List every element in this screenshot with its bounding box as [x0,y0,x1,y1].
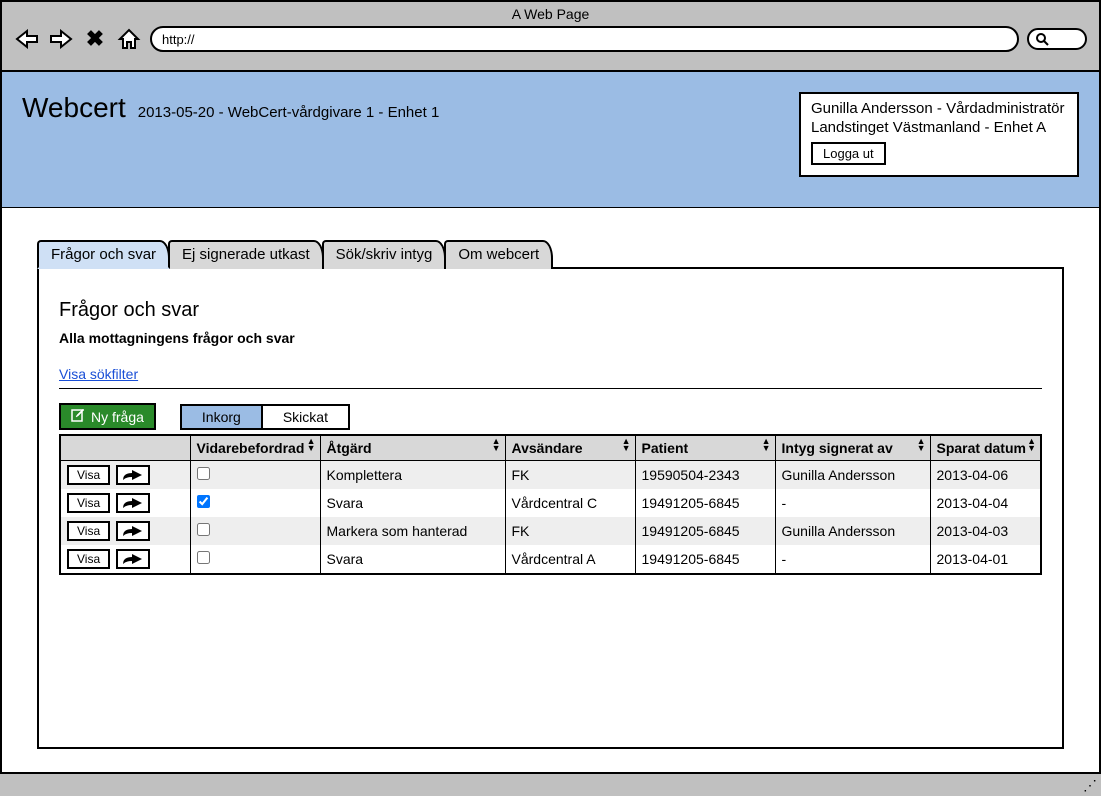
view-button[interactable]: Visa [67,521,110,541]
action-bar: Ny fråga Inkorg Skickat [59,403,1042,430]
forward-button[interactable] [116,493,150,513]
resize-grip-icon[interactable]: ⋰ [1083,777,1097,794]
forwarded-checkbox[interactable] [197,467,210,480]
col-header-4[interactable]: Patient▲▼ [635,435,775,461]
forwarded-checkbox[interactable] [197,551,210,564]
view-button[interactable]: Visa [67,549,110,569]
row-actions-cell: Visa [60,545,190,574]
row-actions-cell: Visa [60,517,190,545]
stop-icon[interactable]: ✖ [82,28,108,50]
back-icon[interactable] [14,28,40,50]
patient-cell: 19491205-6845 [635,489,775,517]
questions-table: Vidarebefordrad▲▼Åtgärd▲▼Avsändare▲▼Pati… [59,434,1042,575]
forward-button[interactable] [116,521,150,541]
forward-button[interactable] [116,549,150,569]
sender-cell: Vårdcentral A [505,545,635,574]
action-cell: Komplettera [320,461,505,490]
sender-cell: FK [505,517,635,545]
action-cell: Svara [320,545,505,574]
saved-cell: 2013-04-03 [930,517,1041,545]
signed-by-cell: Gunilla Andersson [775,461,930,490]
table-row: Visa KompletteraFK19590504-2343Gunilla An… [60,461,1041,490]
sort-icon[interactable]: ▲▼ [307,438,316,452]
saved-cell: 2013-04-01 [930,545,1041,574]
tabstrip: Frågor och svarEj signerade utkastSök/sk… [37,238,1064,269]
col-header-6[interactable]: Sparat datum▲▼ [930,435,1041,461]
forwarded-cell [190,489,320,517]
sender-cell: FK [505,461,635,490]
logout-button[interactable]: Logga ut [811,142,886,165]
table-row: Visa Markera som hanteradFK19491205-6845G… [60,517,1041,545]
patient-cell: 19590504-2343 [635,461,775,490]
home-icon[interactable] [116,28,142,50]
forwarded-cell [190,517,320,545]
signed-by-cell: - [775,489,930,517]
panel-subtitle: Alla mottagningens frågor och svar [59,330,1042,346]
browser-status-bar: ⋰ [0,772,1101,796]
tab-panel-questions: Frågor och svar Alla mottagningens frågo… [37,269,1064,749]
app-subtitle: 2013-05-20 - WebCert-vårdgivare 1 - Enhe… [138,104,440,121]
sender-cell: Vårdcentral C [505,489,635,517]
action-cell: Markera som hanterad [320,517,505,545]
saved-cell: 2013-04-04 [930,489,1041,517]
user-line-2: Landstinget Västmanland - Enhet A [811,119,1067,136]
action-cell: Svara [320,489,505,517]
col-header-3[interactable]: Avsändare▲▼ [505,435,635,461]
signed-by-cell: Gunilla Andersson [775,517,930,545]
main-area: Frågor och svarEj signerade utkastSök/sk… [2,238,1099,749]
tab-2[interactable]: Sök/skriv intyg [322,240,447,269]
tab-0[interactable]: Frågor och svar [37,240,170,269]
panel-title: Frågor och svar [59,299,1042,322]
col-header-2[interactable]: Åtgärd▲▼ [320,435,505,461]
sort-icon[interactable]: ▲▼ [622,438,631,452]
table-row: Visa SvaraVårdcentral A19491205-6845-2013… [60,545,1041,574]
compose-icon [71,408,85,425]
app-header: Webcert 2013-05-20 - WebCert-vårdgivare … [2,72,1099,208]
patient-cell: 19491205-6845 [635,517,775,545]
new-question-button[interactable]: Ny fråga [59,403,156,430]
patient-cell: 19491205-6845 [635,545,775,574]
sort-icon[interactable]: ▲▼ [917,438,926,452]
show-filter-link[interactable]: Visa sökfilter [59,366,138,382]
col-header-5[interactable]: Intyg signerat av▲▼ [775,435,930,461]
toggle-inkorg[interactable]: Inkorg [182,406,263,428]
sort-icon[interactable]: ▲▼ [492,438,501,452]
separator [59,388,1042,389]
col-header-1[interactable]: Vidarebefordrad▲▼ [190,435,320,461]
new-question-label: Ny fråga [91,409,144,425]
browser-toolbar: ✖ [2,22,1099,56]
user-panel: Gunilla Andersson - Vårdadministratör La… [799,92,1079,177]
forwarded-checkbox[interactable] [197,495,210,508]
browser-chrome: A Web Page ✖ [2,2,1099,72]
browser-window-title: A Web Page [2,2,1099,22]
tab-1[interactable]: Ej signerade utkast [168,240,324,269]
toggle-skickat[interactable]: Skickat [263,406,348,428]
row-actions-cell: Visa [60,461,190,490]
forward-button[interactable] [116,465,150,485]
tab-3[interactable]: Om webcert [444,240,553,269]
table-row: Visa SvaraVårdcentral C19491205-6845-2013… [60,489,1041,517]
sort-icon[interactable]: ▲▼ [762,438,771,452]
user-line-1: Gunilla Andersson - Vårdadministratör [811,100,1067,117]
col-header-0 [60,435,190,461]
sort-icon[interactable]: ▲▼ [1027,438,1036,452]
url-input[interactable] [150,26,1019,52]
saved-cell: 2013-04-06 [930,461,1041,490]
forwarded-cell [190,545,320,574]
signed-by-cell: - [775,545,930,574]
view-button[interactable]: Visa [67,493,110,513]
forwarded-checkbox[interactable] [197,523,210,536]
folder-toggle: Inkorg Skickat [180,404,350,430]
forward-icon[interactable] [48,28,74,50]
forwarded-cell [190,461,320,490]
search-pill[interactable] [1027,28,1087,50]
view-button[interactable]: Visa [67,465,110,485]
row-actions-cell: Visa [60,489,190,517]
app-title: Webcert [22,92,126,124]
